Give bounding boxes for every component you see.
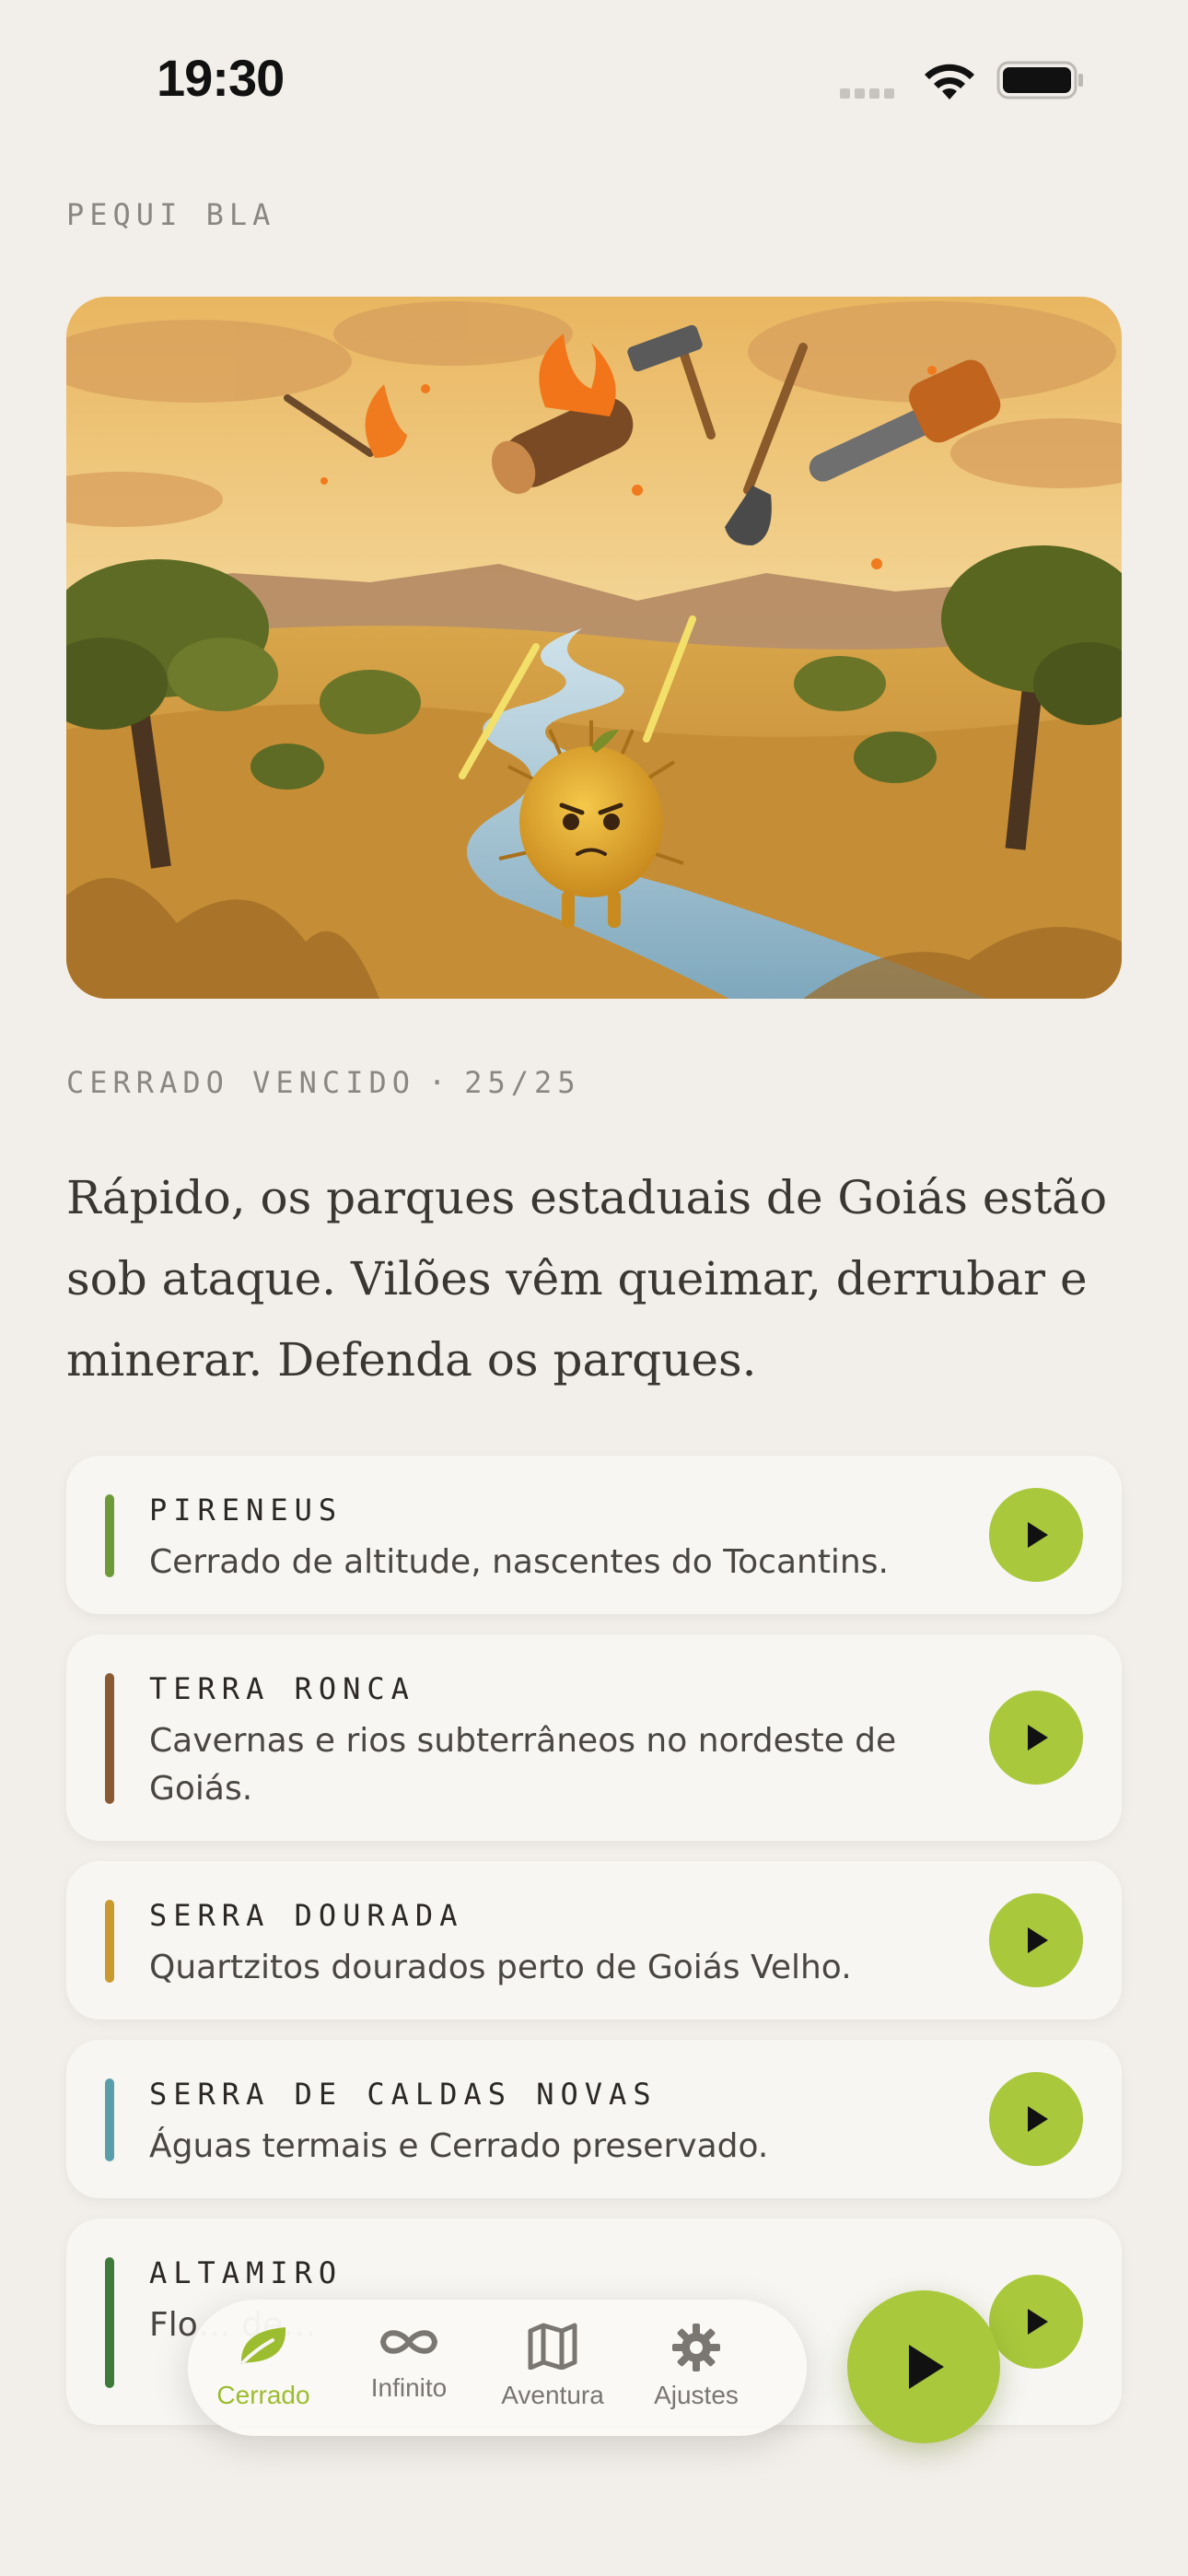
play-icon (1028, 2309, 1048, 2335)
play-fab-button[interactable] (847, 2290, 1000, 2443)
tab-label: Aventura (501, 2381, 604, 2409)
park-card-pireneus[interactable]: PIRENEUS Cerrado de altitude, nascentes … (66, 1456, 1122, 1614)
park-accent-bar (105, 1673, 114, 1804)
play-icon (1028, 2106, 1048, 2132)
tab-cerrado[interactable]: Cerrado (190, 2300, 337, 2436)
park-name: PIRENEUS (149, 1493, 344, 1528)
status-time: 19:30 (157, 49, 285, 107)
wifi-icon (925, 64, 974, 100)
play-button[interactable] (989, 1691, 1083, 1785)
map-icon (528, 2323, 577, 2370)
tab-bar: Cerrado Infinito Aventura Ajustes (188, 2300, 807, 2436)
play-button[interactable] (989, 1893, 1083, 1987)
park-description: Cerrado de altitude, nascentes do Tocant… (149, 1543, 889, 1581)
play-icon (909, 2345, 944, 2389)
park-card-terra-ronca[interactable]: TERRA RONCA Cavernas e rios subterrâneos… (66, 1634, 1122, 1841)
progress-count: 25/25 (464, 1065, 581, 1100)
play-icon (1028, 1725, 1048, 1751)
progress-label: CERRADO VENCIDO · 25/25 (66, 1065, 581, 1100)
tab-ajustes[interactable]: Ajustes (623, 2300, 770, 2436)
play-button[interactable] (989, 2072, 1083, 2166)
cellular-signal-icon (840, 85, 899, 102)
tab-infinito[interactable]: Infinito (335, 2300, 483, 2436)
intro-text: Rápido, os parques estaduais de Goiás es… (66, 1171, 1108, 1387)
battery-icon (996, 61, 1083, 100)
gear-icon (672, 2324, 720, 2371)
hero-illustration (66, 297, 1122, 999)
park-description: Quartzitos dourados perto de Goiás Velho… (149, 1949, 852, 1986)
tab-aventura[interactable]: Aventura (479, 2300, 626, 2436)
park-accent-bar (105, 1900, 114, 1983)
play-button[interactable] (989, 1488, 1083, 1582)
app-title: PEQUI BLA (66, 197, 276, 232)
park-card-serra-de-caldas-novas[interactable]: SERRA DE CALDAS NOVAS Águas termais e Ce… (66, 2040, 1122, 2198)
park-list: PIRENEUS Cerrado de altitude, nascentes … (66, 1456, 1122, 2445)
play-button[interactable] (989, 2275, 1083, 2369)
tab-label: Cerrado (216, 2381, 310, 2409)
progress-separator: · (427, 1065, 452, 1100)
park-name: SERRA DE CALDAS NOVAS (149, 2077, 658, 2112)
leaf-icon (240, 2327, 286, 2364)
park-description: Cavernas e rios subterrâneos no nordeste… (149, 1722, 897, 1808)
progress-title: CERRADO VENCIDO (66, 1065, 415, 1100)
park-name: ALTAMIRO (149, 2255, 344, 2290)
tab-label: Ajustes (654, 2381, 739, 2409)
park-accent-bar (105, 2257, 114, 2388)
park-card-serra-dourada[interactable]: SERRA DOURADA Quartzitos dourados perto … (66, 1861, 1122, 2020)
status-bar: 19:30 (0, 0, 1188, 157)
infinity-icon (379, 2330, 438, 2354)
play-icon (1028, 1522, 1048, 1548)
park-description: Águas termais e Cerrado preservado. (149, 2127, 769, 2165)
tab-label: Infinito (370, 2373, 448, 2402)
park-name: TERRA RONCA (149, 1671, 415, 1706)
park-accent-bar (105, 1494, 114, 1577)
park-name: SERRA DOURADA (149, 1898, 464, 1933)
play-icon (1028, 1927, 1048, 1953)
park-accent-bar (105, 2078, 114, 2161)
